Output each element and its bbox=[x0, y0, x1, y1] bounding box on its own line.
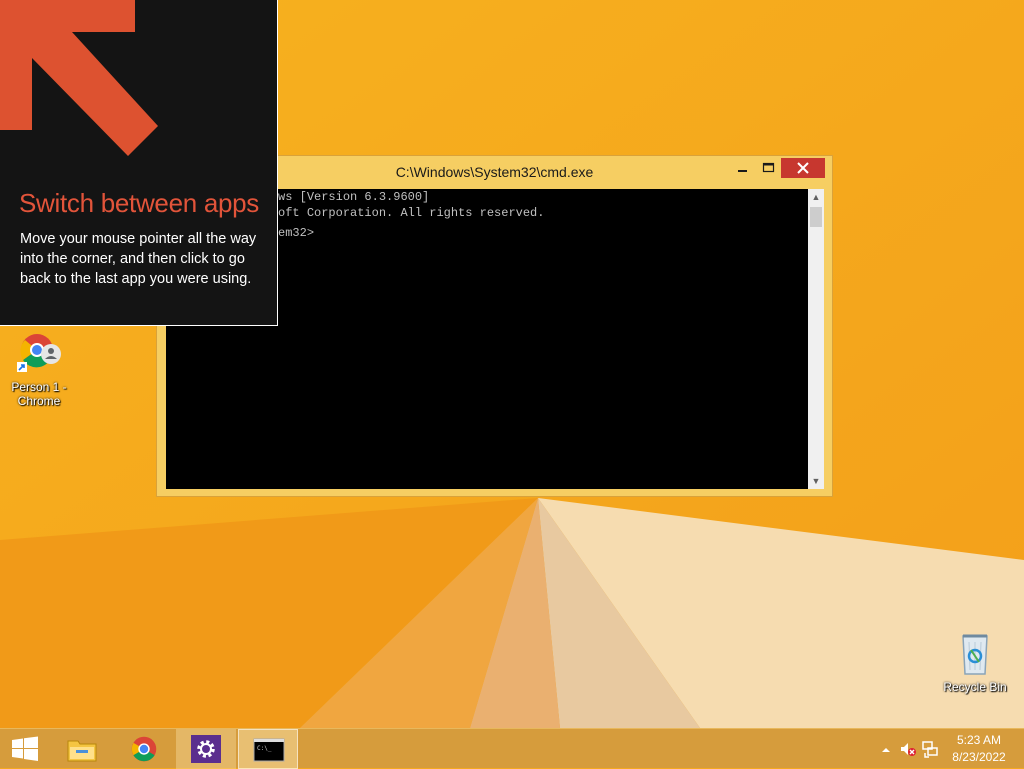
cmd-icon: C:\_ bbox=[253, 738, 285, 762]
svg-text:C:\_: C:\_ bbox=[257, 745, 272, 752]
desktop-icon-recycle-bin[interactable]: Recycle Bin bbox=[937, 630, 1013, 694]
clock-date: 8/23/2022 bbox=[952, 750, 1006, 764]
chrome-icon bbox=[131, 736, 157, 762]
taskbar-chrome[interactable] bbox=[114, 729, 174, 769]
clock-time: 5:23 AM bbox=[956, 733, 1002, 747]
switch-apps-tip-flyout: Switch between apps Move your mouse poin… bbox=[0, 0, 278, 326]
vertical-scrollbar[interactable]: ▲ ▼ bbox=[808, 189, 824, 489]
taskbar-settings[interactable] bbox=[176, 729, 236, 769]
desktop-icon-label: Person 1 - Chrome bbox=[11, 380, 67, 408]
recycle-bin-icon bbox=[951, 630, 999, 678]
show-hidden-icons-button[interactable] bbox=[876, 739, 896, 759]
close-button[interactable] bbox=[781, 158, 825, 178]
chrome-profile-icon bbox=[15, 330, 63, 378]
scroll-up-icon[interactable]: ▲ bbox=[808, 189, 824, 205]
corner-arrow-icon bbox=[0, 0, 158, 156]
scroll-down-icon[interactable]: ▼ bbox=[808, 473, 824, 489]
minimize-icon bbox=[738, 170, 747, 172]
minimize-button[interactable] bbox=[729, 158, 755, 178]
maximize-icon bbox=[762, 162, 775, 173]
speaker-muted-icon bbox=[901, 743, 916, 756]
network-button[interactable] bbox=[920, 739, 940, 759]
clock[interactable]: 5:23 AM 8/23/2022 bbox=[944, 732, 1014, 766]
gear-icon bbox=[191, 735, 221, 763]
taskbar-file-explorer[interactable] bbox=[52, 729, 112, 769]
maximize-button[interactable] bbox=[755, 158, 781, 178]
scroll-thumb[interactable] bbox=[810, 207, 822, 227]
taskbar-command-prompt[interactable]: C:\_ bbox=[238, 729, 298, 769]
desktop-icon-label: Recycle Bin bbox=[943, 680, 1007, 694]
taskbar: C:\_ 5:23 AM 8/23/2022 bbox=[0, 728, 1024, 769]
chevron-up-icon bbox=[882, 748, 890, 752]
network-icon bbox=[922, 741, 938, 758]
tip-title: Switch between apps bbox=[19, 188, 260, 218]
system-tray: 5:23 AM 8/23/2022 bbox=[864, 729, 1024, 769]
desktop-icon-person1-chrome[interactable]: Person 1 - Chrome bbox=[1, 330, 77, 408]
start-button[interactable] bbox=[0, 729, 50, 769]
volume-muted-button[interactable] bbox=[898, 739, 918, 759]
close-icon bbox=[797, 162, 809, 174]
desktop: Person 1 - Chrome Recycle Bin C:\Windows… bbox=[0, 0, 1024, 728]
windows-start-icon bbox=[12, 736, 38, 761]
file-explorer-icon bbox=[67, 740, 97, 762]
tip-body: Move your mouse pointer all the way into… bbox=[20, 231, 257, 287]
